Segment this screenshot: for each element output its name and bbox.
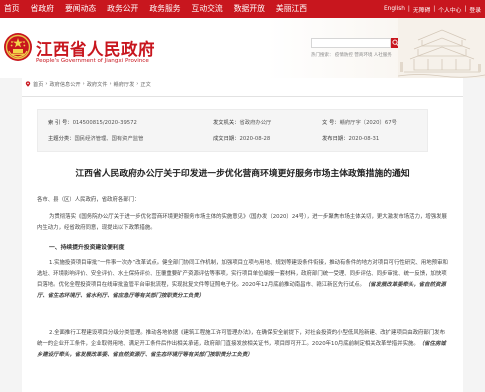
breadcrumb-item: 正文 bbox=[140, 81, 151, 88]
site-title[interactable]: 江西省人民政府 bbox=[36, 36, 155, 60]
site-subtitle: People's Government of Jiangxi Province bbox=[36, 58, 149, 64]
article-panel: 首页 › 政府信息公开 › 政府文件 › 赣府厅发 › 正文 索 引 号：014… bbox=[22, 78, 463, 392]
paragraph: 为贯彻落实《国务院办公厅关于进一步优化营商环境更好服务市场主体的实施意见》（国办… bbox=[37, 214, 447, 231]
divider bbox=[22, 96, 463, 97]
breadcrumb-item[interactable]: 首页 bbox=[33, 81, 43, 88]
tengwang-pavilion-illustration bbox=[398, 18, 485, 78]
nav-government-affairs-public[interactable]: 政务公开 bbox=[107, 0, 138, 18]
breadcrumb-item[interactable]: 政府文件 bbox=[87, 81, 108, 88]
util-separator: | bbox=[464, 6, 467, 12]
site-header: 江西省人民政府 People's Government of Jiangxi P… bbox=[0, 18, 485, 78]
util-separator: | bbox=[433, 6, 436, 12]
nav-provincial-government[interactable]: 省政府 bbox=[31, 0, 54, 18]
issuing-authority: 省政府办公厅 bbox=[239, 120, 272, 126]
nav-home[interactable]: 首页 bbox=[4, 0, 20, 18]
search-input[interactable] bbox=[311, 38, 391, 48]
topic-category: 国民经济管理、国有资产监管 bbox=[74, 136, 144, 142]
meta-label: 文 号： bbox=[322, 120, 340, 126]
section-heading: 一、持续提升投资建设便利度 bbox=[49, 245, 125, 251]
paragraph: 2.全面推行工程建设项目分级分类管理。推动各地依据《建筑工程施工许可管理办法》，… bbox=[37, 330, 446, 358]
nav-open-data[interactable]: 数据开放 bbox=[234, 0, 265, 18]
document-number: 赣府厅字〔2020〕67号 bbox=[339, 120, 397, 126]
meta-label: 成文日期： bbox=[213, 136, 240, 142]
top-nav-bar: 首页 省政府 要闻动态 政务公开 政务服务 互动交流 数据开放 美丽江西 Eng… bbox=[0, 0, 485, 18]
main-nav: 首页 省政府 要闻动态 政务公开 政务服务 互动交流 数据开放 美丽江西 bbox=[4, 0, 318, 18]
nav-beautiful-jiangxi[interactable]: 美丽江西 bbox=[276, 0, 307, 18]
nav-news[interactable]: 要闻动态 bbox=[65, 0, 96, 18]
breadcrumb-item[interactable]: 赣府厅发 bbox=[114, 81, 135, 88]
meta-label: 发文机关： bbox=[213, 120, 240, 126]
salutation: 各市、县（区）人民政府，省政府各部门： bbox=[37, 197, 140, 203]
util-separator: | bbox=[407, 6, 410, 12]
paragraph: 1.实施投资项目审批“一件事一次办”改革试点。健全部门协同工作机制，加强项目立项… bbox=[37, 260, 448, 299]
hot-search-links[interactable]: 热门搜索： 疫情防控 营商环境 人社服务 bbox=[311, 52, 392, 58]
nav-government-services[interactable]: 政务服务 bbox=[149, 0, 180, 18]
written-date: 2020-08-28 bbox=[239, 136, 271, 142]
document-title: 江西省人民政府办公厅关于印发进一步优化营商环境更好服务市场主体政策措施的通知 bbox=[75, 169, 410, 179]
login-link[interactable]: 登录 bbox=[469, 5, 481, 14]
user-center-link[interactable]: 个人中心 bbox=[438, 5, 461, 14]
index-number: 014500815/2020-39572 bbox=[72, 120, 137, 126]
meta-label: 主题分类： bbox=[48, 136, 75, 142]
english-link[interactable]: English bbox=[384, 6, 405, 12]
breadcrumb: 首页 › 政府信息公开 › 政府文件 › 赣府厅发 › 正文 bbox=[25, 79, 151, 89]
national-emblem-icon bbox=[4, 33, 32, 61]
meta-label: 索 引 号： bbox=[48, 120, 73, 126]
accessibility-link[interactable]: 无障碍 bbox=[413, 5, 430, 14]
document-metadata-box: 索 引 号：014500815/2020-39572 发文机关：省政府办公厅 文… bbox=[37, 109, 428, 152]
breadcrumb-item[interactable]: 政府信息公开 bbox=[49, 81, 80, 88]
meta-label: 发布日期： bbox=[322, 136, 349, 142]
location-icon bbox=[25, 81, 31, 87]
publish-date: 2020-08-31 bbox=[348, 136, 380, 142]
utility-links: English | 无障碍 | 个人中心 | 登录 bbox=[381, 0, 481, 18]
nav-interaction[interactable]: 互动交流 bbox=[192, 0, 223, 18]
